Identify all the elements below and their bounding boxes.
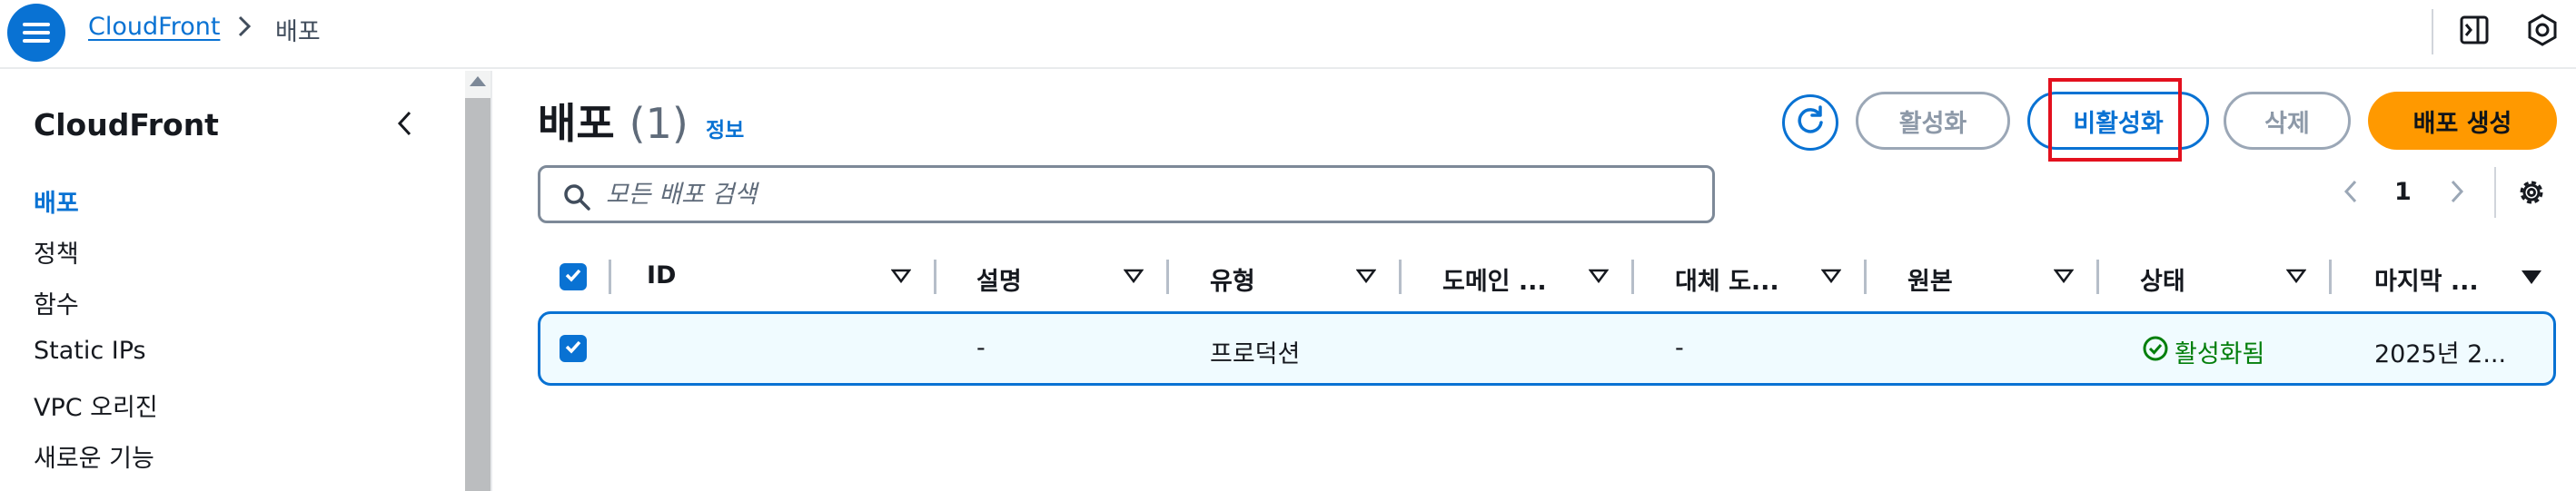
sidebar-title: CloudFront	[34, 107, 219, 142]
page-title: 배포 (1)	[538, 91, 689, 151]
refresh-button[interactable]	[1782, 94, 1838, 151]
divider	[490, 71, 492, 491]
settings-gear-icon[interactable]	[2514, 175, 2549, 213]
status-text: 활성화됨	[2175, 340, 2265, 368]
column-divider[interactable]	[2329, 260, 2332, 294]
sort-icon[interactable]	[2285, 269, 2307, 287]
cell-alternate-domain: -	[1675, 334, 1684, 362]
top-navigation: CloudFront 배포	[0, 0, 2576, 69]
chevron-left-icon[interactable]	[392, 109, 418, 142]
cell-type: 프로덕션	[1210, 340, 1301, 368]
previous-page-icon[interactable]	[2341, 178, 2361, 209]
sort-icon[interactable]	[2053, 269, 2075, 287]
search-icon	[562, 182, 591, 215]
search-field[interactable]	[538, 165, 1715, 223]
table-header: ID 설명 유형 도메인 ... 대체 도... 원본 상태 마지막 ...	[538, 249, 2556, 307]
sidebar-scrollbar-thumb[interactable]	[465, 98, 490, 491]
sort-icon[interactable]	[1820, 269, 1842, 287]
sidebar-item-whats-new[interactable]: 새로운 기능	[34, 438, 154, 474]
column-header-id[interactable]: ID	[647, 261, 676, 290]
sort-icon[interactable]	[1123, 269, 1144, 287]
sidebar-item-vpc-origins[interactable]: VPC 오리진	[34, 388, 158, 423]
sort-icon[interactable]	[1588, 269, 1610, 287]
status-success-icon	[2142, 335, 2169, 368]
select-all-checkbox[interactable]	[560, 263, 587, 290]
notifications-panel-icon[interactable]	[2458, 14, 2491, 50]
info-link[interactable]: 정보	[706, 113, 744, 143]
current-page-number[interactable]: 1	[2394, 178, 2412, 206]
cell-description: -	[976, 334, 986, 362]
column-divider[interactable]	[609, 260, 611, 294]
scroll-up-arrow[interactable]	[470, 76, 486, 86]
column-header-last-modified[interactable]: 마지막 ...	[2374, 261, 2479, 297]
column-divider[interactable]	[1399, 260, 1402, 294]
sort-icon[interactable]	[890, 269, 912, 287]
distribution-count: (1)	[629, 99, 689, 148]
next-page-icon[interactable]	[2447, 178, 2467, 209]
cell-last-modified: 2025년 2...	[2374, 340, 2507, 368]
refresh-icon	[1794, 104, 1827, 141]
column-divider[interactable]	[1864, 260, 1867, 294]
sort-icon[interactable]	[1355, 269, 1377, 287]
breadcrumb-cloudfront-link[interactable]: CloudFront	[88, 13, 220, 41]
enable-button[interactable]: 활성화	[1856, 92, 2010, 150]
column-divider[interactable]	[1166, 260, 1169, 294]
breadcrumb-current: 배포	[275, 18, 321, 46]
column-divider[interactable]	[2096, 260, 2099, 294]
settings-hex-icon[interactable]	[2525, 13, 2560, 51]
check-icon	[564, 339, 582, 358]
column-header-status[interactable]: 상태	[2140, 261, 2185, 297]
column-header-description[interactable]: 설명	[976, 261, 1022, 297]
column-header-alternate-domain[interactable]: 대체 도...	[1675, 261, 1779, 297]
table-row[interactable]: - 프로덕션 - 활성화됨 2025년 2...	[538, 311, 2556, 386]
sidebar-item-policies[interactable]: 정책	[34, 234, 79, 270]
column-header-origin[interactable]: 원본	[1907, 261, 1953, 297]
delete-button[interactable]: 삭제	[2224, 92, 2351, 150]
sidebar-item-static-ips[interactable]: Static IPs	[34, 337, 146, 365]
sidebar-item-functions[interactable]: 함수	[34, 285, 79, 320]
column-header-domain[interactable]: 도메인 ...	[1442, 261, 1547, 297]
menu-icon[interactable]	[7, 4, 65, 62]
chevron-right-icon	[234, 15, 254, 42]
search-input[interactable]	[606, 175, 1696, 213]
row-checkbox[interactable]	[560, 335, 587, 362]
highlight-annotation	[2048, 78, 2182, 162]
column-divider[interactable]	[1631, 260, 1634, 294]
column-header-type[interactable]: 유형	[1210, 261, 1255, 297]
divider	[2494, 167, 2496, 218]
sidebar-item-distributions[interactable]: 배포	[34, 183, 79, 219]
divider	[2432, 9, 2433, 54]
column-divider[interactable]	[934, 260, 936, 294]
sort-descending-icon[interactable]	[2522, 270, 2541, 284]
create-distribution-button[interactable]: 배포 생성	[2368, 92, 2557, 150]
check-icon	[564, 268, 582, 286]
side-navigation: CloudFront 배포 정책 함수 Static IPs VPC 오리진 새…	[0, 71, 465, 491]
cell-status: 활성화됨	[2142, 334, 2264, 369]
page-title-text: 배포	[538, 99, 615, 148]
